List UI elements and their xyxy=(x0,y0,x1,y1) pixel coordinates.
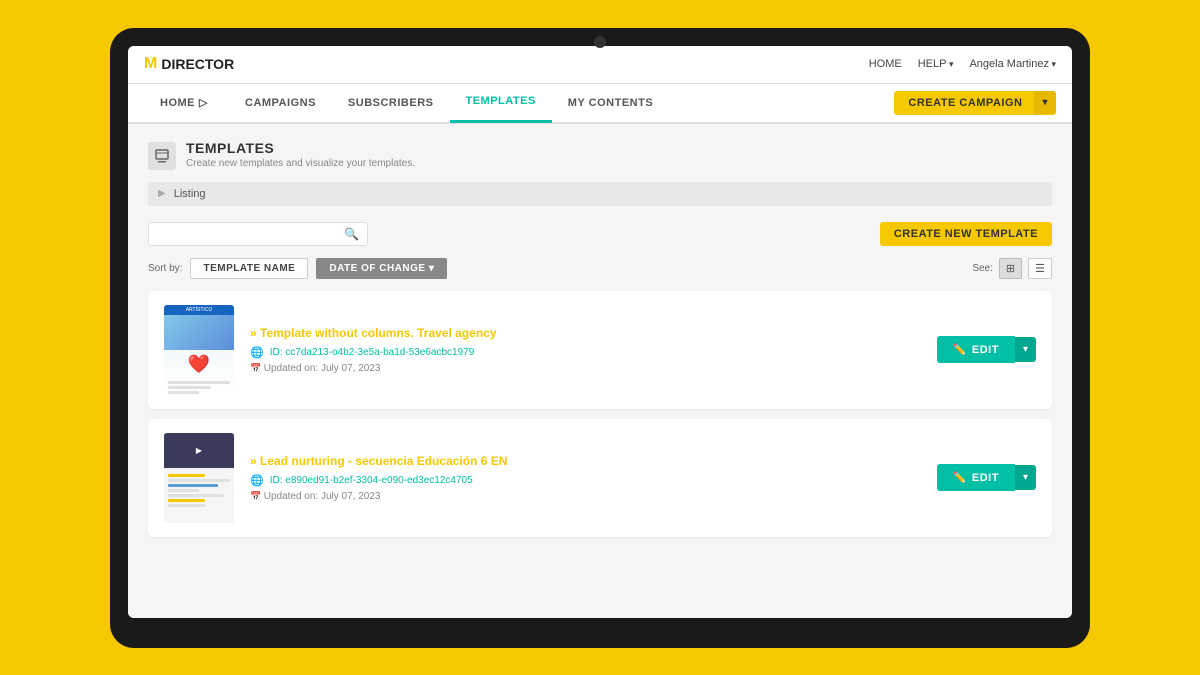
template-updated-1: Updated on: July 07, 2023 xyxy=(250,363,921,374)
search-icon: 🔍 xyxy=(344,227,359,241)
logo: M DIRECTOR xyxy=(144,55,234,73)
nav-item-templates[interactable]: TEMPLATES xyxy=(450,83,552,123)
template-thumb-2: ▶ xyxy=(164,433,234,523)
top-bar: M DIRECTOR HOME HELP Angela Martinez xyxy=(128,46,1072,84)
laptop-frame: M DIRECTOR HOME HELP Angela Martinez HOM… xyxy=(110,28,1090,648)
create-campaign-dropdown-arrow[interactable]: ▾ xyxy=(1034,91,1056,114)
listing-panel: ▶ Listing xyxy=(148,182,1052,206)
thumb1-heart-icon: ❤️ xyxy=(164,350,234,375)
nav-bar: HOME ▷ CAMPAIGNS SUBSCRIBERS TEMPLATES M… xyxy=(128,84,1072,124)
logo-text: DIRECTOR xyxy=(161,56,234,72)
nav-item-subscribers[interactable]: SUBSCRIBERS xyxy=(332,83,450,123)
template-actions-1: ✏️ EDIT ▾ xyxy=(937,336,1036,363)
search-box: 🔍 xyxy=(148,222,368,246)
grid-view-button[interactable]: ⊞ xyxy=(999,258,1022,279)
nav-item-home[interactable]: HOME ▷ xyxy=(144,83,229,123)
edit-dropdown-1[interactable]: ▾ xyxy=(1015,337,1036,362)
listing-arrow-icon: ▶ xyxy=(158,188,166,199)
sort-row: Sort by: TEMPLATE NAME DATE OF CHANGE ▾ … xyxy=(148,258,1052,279)
list-view-button[interactable]: ☰ xyxy=(1028,258,1052,279)
nav-item-campaigns[interactable]: CAMPAIGNS xyxy=(229,83,332,123)
create-template-button[interactable]: CREATE NEW TEMPLATE xyxy=(880,222,1052,246)
laptop-notch xyxy=(594,36,606,48)
logo-m-icon: M xyxy=(144,55,157,73)
page-header: TEMPLATES Create new templates and visua… xyxy=(148,140,1052,170)
sort-template-name-button[interactable]: TEMPLATE NAME xyxy=(190,258,308,279)
edit-button-1[interactable]: ✏️ EDIT xyxy=(937,336,1015,363)
sort-left: Sort by: TEMPLATE NAME DATE OF CHANGE ▾ xyxy=(148,258,447,279)
edit-button-2[interactable]: ✏️ EDIT xyxy=(937,464,1015,491)
template-info-2: Lead nurturing - secuencia Educación 6 E… xyxy=(250,454,921,502)
cursor-icon: ▷ xyxy=(199,96,213,110)
template-name-1: Template without columns. Travel agency xyxy=(250,326,921,340)
template-id-icon-2: 🌐 xyxy=(250,474,264,487)
template-card-1: ARTÍSTICO ❤️ Template without columns. T… xyxy=(148,291,1052,409)
top-home-link[interactable]: HOME xyxy=(869,58,902,70)
template-thumb-1: ARTÍSTICO ❤️ xyxy=(164,305,234,395)
thumb1-image: ARTÍSTICO xyxy=(164,305,234,350)
templates-icon xyxy=(148,142,176,170)
search-create-row: 🔍 CREATE NEW TEMPLATE xyxy=(148,222,1052,246)
template-id-2: ID: e890ed91-b2ef-3304-e090-ed3ec12c4705 xyxy=(270,475,473,486)
template-updated-2: Updated on: July 07, 2023 xyxy=(250,491,921,502)
sort-right: See: ⊞ ☰ xyxy=(972,258,1052,279)
sort-by-label: Sort by: xyxy=(148,263,182,274)
edit-icon-1: ✏️ xyxy=(953,343,967,356)
sort-date-button[interactable]: DATE OF CHANGE ▾ xyxy=(316,258,447,279)
nav-item-my-contents[interactable]: MY CONTENTS xyxy=(552,83,669,123)
template-id-icon-1: 🌐 xyxy=(250,346,264,359)
content-area: TEMPLATES Create new templates and visua… xyxy=(128,124,1072,618)
top-help-link[interactable]: HELP xyxy=(918,58,954,70)
template-id-row-1: 🌐 ID: cc7da213-o4b2-3e5a-ba1d-53e6acbc19… xyxy=(250,346,921,359)
edit-dropdown-2[interactable]: ▾ xyxy=(1015,465,1036,490)
thumb2-top-image: ▶ xyxy=(164,433,234,468)
laptop-screen: M DIRECTOR HOME HELP Angela Martinez HOM… xyxy=(128,46,1072,618)
template-card-2: ▶ Lead nurturing - secuencia Educación 6… xyxy=(148,419,1052,537)
template-id-1: ID: cc7da213-o4b2-3e5a-ba1d-53e6acbc1979 xyxy=(270,347,475,358)
edit-icon-2: ✏️ xyxy=(953,471,967,484)
template-actions-2: ✏️ EDIT ▾ xyxy=(937,464,1036,491)
see-label: See: xyxy=(972,263,993,274)
top-bar-right: HOME HELP Angela Martinez xyxy=(869,58,1056,70)
search-input[interactable] xyxy=(157,228,344,240)
listing-label: Listing xyxy=(174,188,206,200)
template-info-1: Template without columns. Travel agency … xyxy=(250,326,921,374)
create-campaign-button[interactable]: CREATE CAMPAIGN ▾ xyxy=(894,91,1056,115)
top-user-menu[interactable]: Angela Martinez xyxy=(969,58,1056,70)
page-title: TEMPLATES xyxy=(186,140,415,156)
template-name-2: Lead nurturing - secuencia Educación 6 E… xyxy=(250,454,921,468)
template-id-row-2: 🌐 ID: e890ed91-b2ef-3304-e090-ed3ec12c47… xyxy=(250,474,921,487)
page-title-block: TEMPLATES Create new templates and visua… xyxy=(186,140,415,169)
page-subtitle: Create new templates and visualize your … xyxy=(186,158,415,169)
